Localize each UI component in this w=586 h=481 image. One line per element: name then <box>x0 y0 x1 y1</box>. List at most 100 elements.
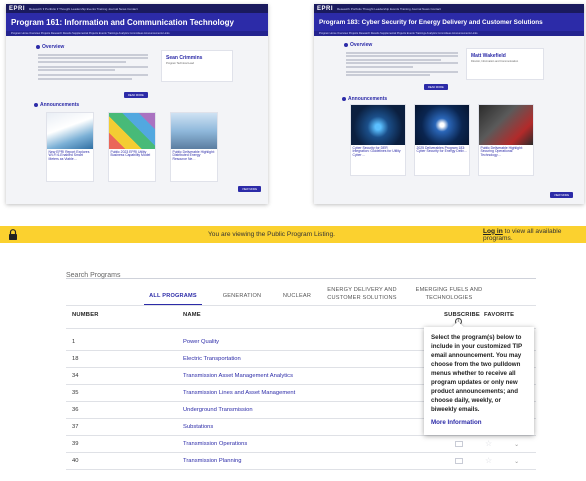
chevron-down-icon[interactable]: ⌄ <box>514 458 519 465</box>
top-nav-bar: EPRI Research Portfolio Thought Leadersh… <box>314 4 584 13</box>
favorite-star-icon[interactable]: ☆ <box>485 457 492 465</box>
program-title: Program 161: Information and Communicati… <box>11 17 234 27</box>
program-link[interactable]: Substations <box>183 424 213 430</box>
row-actions: ☆ ⌄ <box>455 457 519 465</box>
tab-energy-delivery[interactable]: ENERGY DELIVERY AND CUSTOMER SOLUTIONS <box>314 287 410 302</box>
card-caption: Public 2023 EPRI Utility Business Capabi… <box>110 149 151 158</box>
announcement-card[interactable]: 2025 Deliverables Program 183: Cyber Sec… <box>414 104 470 176</box>
card-image <box>171 113 217 149</box>
banner-login-text: Log in to view all available programs. <box>483 228 586 242</box>
login-link[interactable]: Log in <box>483 228 503 235</box>
overview-title: Overview <box>42 44 65 50</box>
program-link[interactable]: Power Quality <box>183 339 219 345</box>
row-divider <box>66 435 536 436</box>
program-link[interactable]: Underground Transmission <box>183 407 253 413</box>
program-link[interactable]: Transmission Asset Management Analytics <box>183 373 293 379</box>
tabs-divider <box>66 305 536 306</box>
contact-name[interactable]: Sean Crimmins <box>166 55 228 61</box>
card-caption: Cyber Security for DER Integration: Guid… <box>352 145 401 158</box>
column-header-name: NAME <box>183 312 201 318</box>
chevron-down-icon[interactable]: ⌄ <box>514 441 519 448</box>
tab-nuclear[interactable]: NUCLEAR <box>278 293 316 301</box>
overview-text-lines <box>38 52 148 81</box>
column-header-number: NUMBER <box>72 312 99 318</box>
announcements-title: Announcements <box>348 96 388 102</box>
row-number: 18 <box>72 356 79 362</box>
top-nav-bar: EPRI Research ▾ Portfolio ▾ Thought Lead… <box>6 4 268 13</box>
program-161-screenshot: EPRI Research ▾ Portfolio ▾ Thought Lead… <box>6 4 268 204</box>
contact-name[interactable]: Matt Wakefield <box>471 53 539 59</box>
contact-role: Director, Information and Communication <box>471 60 519 63</box>
overview-title: Overview <box>350 42 373 48</box>
top-nav-links[interactable]: Research Portfolio Thought Leadership Ev… <box>337 7 441 11</box>
row-divider <box>66 469 536 470</box>
announcements-bullet-icon <box>34 103 38 107</box>
subscribe-mail-icon[interactable] <box>455 458 463 464</box>
subscribe-mail-icon[interactable] <box>455 441 463 447</box>
contact-card: Matt Wakefield Director, Information and… <box>466 48 544 80</box>
program-link[interactable]: Electric Transportation <box>183 356 241 362</box>
public-listing-banner: You are viewing the Public Program Listi… <box>0 226 586 243</box>
row-divider <box>66 452 536 453</box>
row-number: 34 <box>72 373 79 379</box>
tab-all-programs[interactable]: ALL PROGRAMS <box>144 293 202 301</box>
row-number: 35 <box>72 390 79 396</box>
card-caption: Public Deliverable Highlight: Distribute… <box>172 149 215 162</box>
card-caption: 2025 Deliverables Program 183: Cyber Sec… <box>416 145 468 154</box>
program-subnav[interactable]: Program Home Overview Projects Research … <box>6 31 268 36</box>
top-nav-links[interactable]: Research ▾ Portfolio ▾ Thought Leadershi… <box>29 7 138 11</box>
announcement-card[interactable]: Public 2023 EPRI Utility Business Capabi… <box>108 112 156 182</box>
overview-heading: Overview <box>344 42 372 48</box>
subscribe-info-tooltip: Select the program(s) below to include i… <box>424 327 534 435</box>
announcements-title: Announcements <box>40 102 80 108</box>
overview-heading: Overview <box>36 44 64 50</box>
overview-bullet-icon <box>344 43 348 47</box>
overview-text-lines <box>346 50 458 78</box>
program-title-bar: Program 161: Information and Communicati… <box>6 13 268 31</box>
search-placeholder: Search Programs <box>66 272 121 279</box>
announcement-card[interactable]: Public Deliverable Highlight: Securing O… <box>478 104 534 176</box>
lock-icon <box>9 229 17 240</box>
program-link[interactable]: Transmission Lines and Asset Management <box>183 390 295 396</box>
tooltip-text: Select the program(s) below to include i… <box>431 334 522 413</box>
column-header-favorite: FAVORITE <box>484 312 515 318</box>
card-image <box>109 113 155 149</box>
program-link[interactable]: Transmission Operations <box>183 441 247 447</box>
contact-role: Program Technical Lead <box>166 62 194 65</box>
announcements-heading: Announcements <box>342 96 387 102</box>
program-subnav[interactable]: Program Home Overview Projects Research … <box>314 31 584 36</box>
epri-logo[interactable]: EPRI <box>317 6 333 12</box>
read-more-button[interactable]: READ MORE <box>424 84 448 90</box>
card-image <box>351 105 405 145</box>
row-number: 40 <box>72 458 79 464</box>
program-title-bar: Program 183: Cyber Security for Energy D… <box>314 13 584 31</box>
read-more-button[interactable]: READ MORE <box>124 92 148 98</box>
program-link[interactable]: Transmission Planning <box>183 458 241 464</box>
announcement-card[interactable]: New EPRI Report Explores Wi-Fi 6-Enabled… <box>46 112 94 182</box>
tab-generation[interactable]: GENERATION <box>216 293 268 301</box>
card-caption: Public Deliverable Highlight: Securing O… <box>480 145 523 158</box>
row-number: 36 <box>72 407 79 413</box>
banner-message: You are viewing the Public Program Listi… <box>208 231 335 238</box>
favorite-star-icon[interactable]: ☆ <box>485 440 492 448</box>
announcement-card[interactable]: Cyber Security for DER Integration: Guid… <box>350 104 406 176</box>
tab-emerging-fuels[interactable]: EMERGING FUELS AND TECHNOLOGIES <box>414 287 484 302</box>
contact-card: Sean Crimmins Program Technical Lead <box>161 50 233 82</box>
more-information-link[interactable]: More Information <box>431 419 527 426</box>
row-number: 37 <box>72 424 79 430</box>
program-title: Program 183: Cyber Security for Energy D… <box>319 18 543 26</box>
row-actions: ☆ ⌄ <box>455 440 519 448</box>
epri-logo[interactable]: EPRI <box>9 6 25 12</box>
row-number: 39 <box>72 441 79 447</box>
view-more-button[interactable]: VIEW MORE <box>550 192 574 198</box>
view-more-button[interactable]: VIEW MORE <box>238 186 262 192</box>
row-number: 1 <box>72 339 76 345</box>
column-header-subscribe: SUBSCRIBE <box>444 312 480 318</box>
card-image <box>47 113 93 149</box>
overview-bullet-icon <box>36 45 40 49</box>
announcement-card[interactable]: Public Deliverable Highlight: Distribute… <box>170 112 218 182</box>
search-programs-field[interactable]: Search Programs <box>66 264 536 279</box>
card-image <box>415 105 469 145</box>
program-183-screenshot: EPRI Research Portfolio Thought Leadersh… <box>314 4 584 204</box>
card-image <box>479 105 533 145</box>
